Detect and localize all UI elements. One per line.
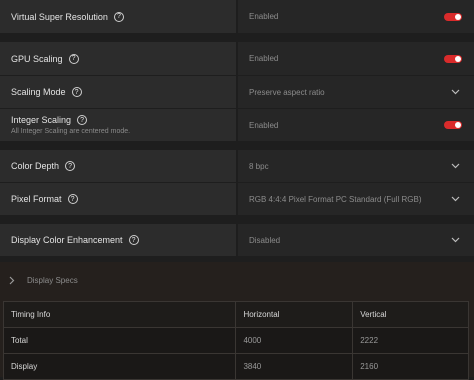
setting-row-gpu-scaling: GPU Scaling ? Enabled — [0, 42, 474, 75]
integer-scaling-toggle[interactable] — [444, 121, 462, 129]
toggle-knob — [455, 55, 461, 62]
table-row: Display 3840 2160 — [2, 353, 469, 380]
setting-value: Enabled — [249, 120, 279, 130]
setting-label: Virtual Super Resolution — [11, 11, 108, 22]
chevron-down-icon — [451, 237, 460, 243]
setting-row-integer-scaling: Integer Scaling ? All Integer Scaling ar… — [0, 109, 474, 141]
help-icon[interactable]: ? — [128, 235, 139, 245]
display-specs-table: Timing Info Horizontal Vertical Total 40… — [2, 301, 469, 380]
column-header: Timing Info — [2, 301, 237, 328]
table-cell: 2222 — [352, 327, 469, 354]
setting-label: Pixel Format — [11, 194, 62, 204]
setting-label-cell: Scaling Mode ? — [0, 76, 236, 108]
table-row: Total 4000 2222 — [2, 327, 469, 354]
setting-label-cell: GPU Scaling ? — [0, 42, 236, 75]
display-specs-title: Display Specs — [27, 275, 78, 285]
setting-row-scaling-mode: Scaling Mode ? Preserve aspect ratio — [0, 76, 474, 108]
setting-label-cell: Color Depth ? — [0, 150, 236, 182]
chevron-right-icon — [9, 276, 15, 284]
setting-value-cell[interactable]: Enabled — [238, 0, 474, 33]
setting-value: Enabled — [249, 54, 279, 63]
display-color-enhancement-dropdown[interactable]: Disabled — [238, 224, 474, 256]
toggle-knob — [455, 13, 461, 20]
color-depth-dropdown[interactable]: 8 bpc — [238, 150, 474, 182]
table-cell: Display — [2, 353, 237, 380]
toggle-knob — [455, 122, 461, 128]
setting-row-pixel-format: Pixel Format ? RGB 4:4:4 Pixel Format PC… — [0, 183, 474, 215]
table-header-row: Timing Info Horizontal Vertical — [2, 301, 469, 328]
setting-value-cell[interactable]: Enabled — [238, 42, 474, 75]
help-icon[interactable]: ? — [77, 115, 88, 125]
help-icon[interactable]: ? — [68, 53, 79, 64]
setting-value-cell[interactable]: Enabled — [238, 109, 474, 141]
setting-label: Display Color Enhancement — [11, 235, 123, 245]
help-icon[interactable]: ? — [67, 194, 78, 204]
setting-label-cell: Virtual Super Resolution ? — [0, 0, 236, 33]
help-icon[interactable]: ? — [65, 161, 76, 171]
column-header: Horizontal — [235, 301, 354, 328]
setting-label-cell: Pixel Format ? — [0, 183, 236, 215]
setting-value: Preserve aspect ratio — [249, 87, 325, 97]
setting-label-cell: Integer Scaling ? All Integer Scaling ar… — [0, 109, 236, 141]
gpu-scaling-toggle[interactable] — [444, 54, 462, 63]
help-icon[interactable]: ? — [113, 11, 124, 22]
table-cell: 3840 — [235, 353, 354, 380]
chevron-down-icon — [451, 196, 460, 202]
chevron-down-icon — [451, 89, 460, 95]
chevron-down-icon — [451, 163, 460, 169]
scaling-mode-dropdown[interactable]: Preserve aspect ratio — [238, 76, 474, 108]
column-header: Vertical — [352, 301, 469, 328]
display-specs-expander[interactable]: Display Specs — [9, 274, 78, 286]
table-cell: 2160 — [352, 353, 469, 380]
setting-value: Enabled — [249, 12, 279, 21]
setting-row-display-color-enhancement: Display Color Enhancement ? Disabled — [0, 224, 474, 256]
setting-value: RGB 4:4:4 Pixel Format PC Standard (Full… — [249, 194, 422, 204]
pixel-format-dropdown[interactable]: RGB 4:4:4 Pixel Format PC Standard (Full… — [238, 183, 474, 215]
setting-sublabel: All Integer Scaling are centered mode. — [11, 128, 131, 135]
setting-label-cell: Display Color Enhancement ? — [0, 224, 236, 256]
table-cell: Total — [2, 327, 237, 354]
setting-label: Color Depth — [11, 161, 60, 171]
setting-row-color-depth: Color Depth ? 8 bpc — [0, 150, 474, 182]
setting-label: Integer Scaling — [11, 115, 72, 125]
setting-row-virtual-super-resolution: Virtual Super Resolution ? Enabled — [0, 0, 474, 33]
table-cell: 4000 — [235, 327, 354, 354]
setting-value: 8 bpc — [249, 161, 269, 171]
help-icon[interactable]: ? — [71, 87, 82, 97]
setting-label: Scaling Mode — [11, 87, 66, 97]
virtual-super-resolution-toggle[interactable] — [444, 12, 462, 21]
setting-value: Disabled — [249, 235, 281, 245]
setting-label: GPU Scaling — [11, 53, 63, 64]
